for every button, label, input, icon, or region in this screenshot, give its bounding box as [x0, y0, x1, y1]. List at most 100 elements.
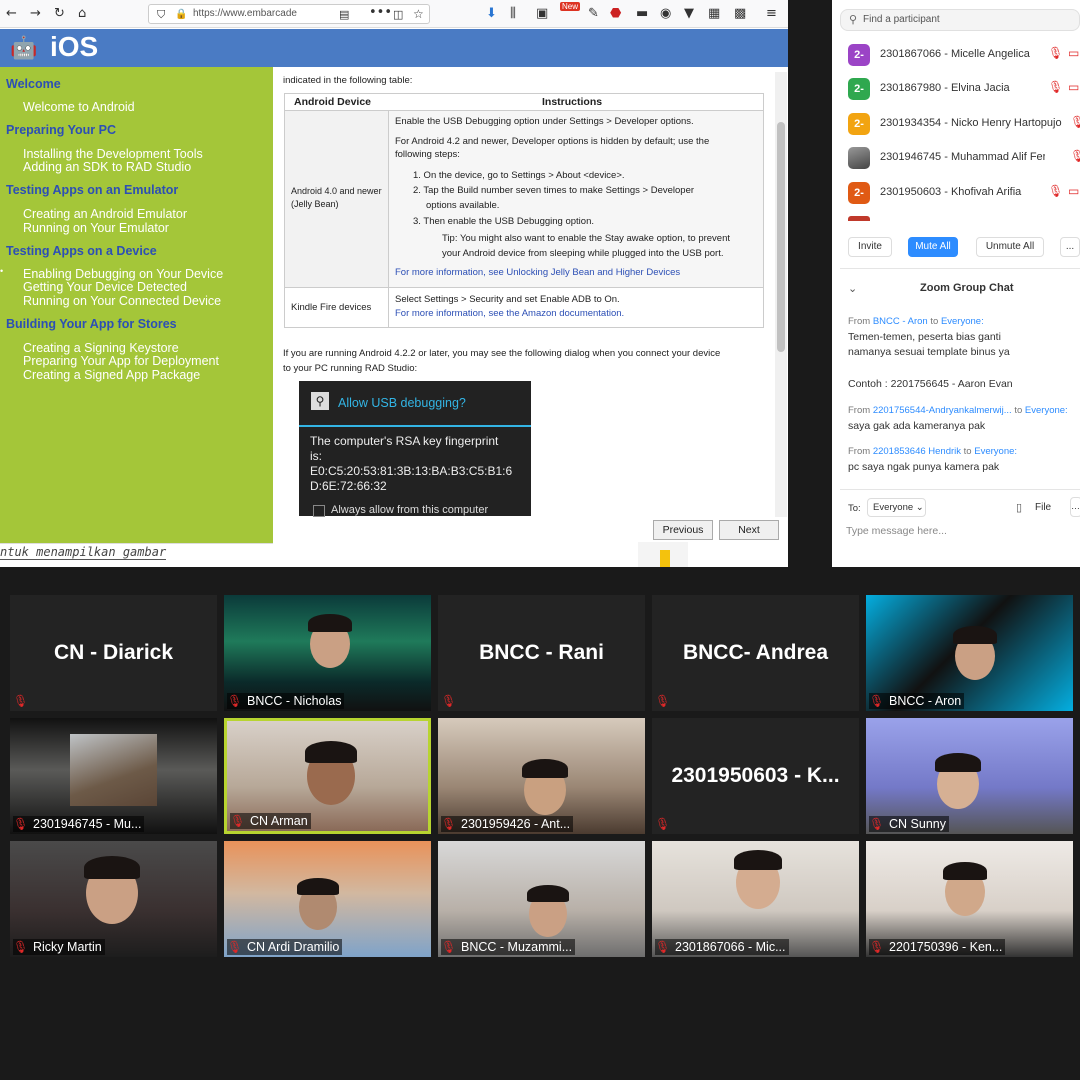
participant-row[interactable]: 2301946745 - Muhammad Alif Ferdi... 🎙 — [848, 147, 1080, 171]
video-tile[interactable]: CN Sunny 🎙 — [866, 718, 1073, 834]
back-icon[interactable]: ← — [6, 6, 17, 22]
amazon-doc-link[interactable]: For more information, see the Amazon doc… — [395, 307, 624, 320]
video-off-icon[interactable]: ▭ — [1068, 184, 1079, 198]
usb-icon: ⚲ — [311, 392, 329, 410]
reader-icon[interactable]: ▤ — [339, 7, 349, 23]
unmute-all-button[interactable]: Unmute All — [976, 237, 1044, 257]
sidebar-section-preparing[interactable]: Preparing Your PC — [6, 123, 116, 137]
sidebar-item[interactable]: Preparing Your App for Deployment — [23, 354, 219, 368]
participant-row[interactable]: 2- 2301934354 - Nicko Henry Hartopujo 🎙 — [848, 113, 1080, 137]
file-button[interactable]: File — [1035, 502, 1051, 513]
adblock-icon[interactable]: ⬣ — [610, 6, 621, 22]
recipient-value: Everyone — [873, 502, 914, 513]
dialog-body-line: The computer's RSA key fingerprint — [310, 434, 499, 448]
video-tile[interactable]: BNCC- Andrea 🎙 — [652, 595, 859, 711]
video-tile[interactable]: BNCC - Aron 🎙 — [866, 595, 1073, 711]
more-icon[interactable]: ••• — [369, 5, 392, 21]
account-icon[interactable]: ◉ — [660, 6, 671, 22]
sidebar-item[interactable]: Running on Your Emulator — [23, 221, 169, 235]
video-tile[interactable]: 2301959426 - Ant... 🎙 — [438, 718, 645, 834]
always-allow-checkbox[interactable] — [313, 505, 325, 517]
invite-button[interactable]: Invite — [848, 237, 892, 257]
chat-sender[interactable]: 2201756544-Andryankalmerwij... — [873, 405, 1012, 416]
sidebar-item[interactable]: Adding an SDK to RAD Studio — [23, 160, 191, 174]
mic-muted-icon: 🎙 — [441, 694, 457, 708]
doc-scrollbar[interactable] — [775, 72, 787, 517]
pocket-icon[interactable]: ◫ — [393, 7, 403, 23]
star-icon[interactable]: ☆ — [413, 6, 424, 22]
forward-icon[interactable]: → — [30, 6, 41, 22]
video-tile[interactable]: 2301950603 - K... 🎙 — [652, 718, 859, 834]
video-tile[interactable]: 2201750396 - Ken... 🎙 — [866, 841, 1073, 957]
video-off-icon[interactable]: ▭ — [1068, 46, 1079, 60]
previous-button[interactable]: Previous — [653, 520, 713, 540]
folder-icon[interactable]: ▬ — [636, 6, 648, 22]
eyedropper-icon[interactable]: ✎ — [588, 6, 599, 22]
vpn-icon[interactable]: ▼ — [684, 6, 694, 22]
mic-muted-icon[interactable]: 🎙 — [1048, 46, 1063, 60]
sidebar-item-active[interactable]: Enabling Debugging on Your Device — [23, 267, 223, 281]
chat-more-button[interactable]: … — [1070, 497, 1080, 517]
scroll-thumb[interactable] — [777, 122, 785, 352]
reload-icon[interactable]: ↻ — [54, 6, 65, 22]
chat-from-line: From 2201853646 Hendrik to Everyone: — [848, 446, 1017, 457]
home-icon[interactable]: ⌂ — [78, 6, 86, 22]
sidebar-item[interactable]: Getting Your Device Detected — [23, 280, 187, 294]
mic-muted-icon[interactable]: 🎙 — [1070, 115, 1080, 129]
more-button[interactable]: ... — [1060, 237, 1080, 257]
video-tile[interactable]: BNCC - Rani 🎙 — [438, 595, 645, 711]
video-tile[interactable]: 2301946745 - Mu... 🎙 — [10, 718, 217, 834]
address-bar[interactable]: ⛉ 🔒 https://www.embarcade ▤ ••• ◫ ☆ — [148, 4, 430, 24]
participant-row[interactable]: 2- 2301950603 - Khofivah Arifia 🎙 ▭ — [848, 182, 1080, 206]
mic-muted-icon: 🎙 — [13, 694, 29, 708]
participant-row[interactable]: 2- 2301867066 - Micelle Angelica 🎙 ▭ — [848, 44, 1080, 68]
chevron-down-icon[interactable]: ⌄ — [848, 282, 857, 295]
sidebar-item[interactable]: Creating an Android Emulator — [23, 207, 187, 221]
more-info-link[interactable]: For more information, see Unlocking Jell… — [395, 266, 680, 279]
participant-search[interactable]: ⚲ Find a participant — [840, 9, 1080, 31]
chat-sender[interactable]: 2201853646 Hendrik — [873, 446, 961, 457]
mute-all-button[interactable]: Mute All — [908, 237, 958, 257]
menu-icon[interactable]: ≡ — [766, 6, 777, 22]
video-tile[interactable]: CN - Diarick 🎙 — [10, 595, 217, 711]
recipient-select[interactable]: Everyone ⌄ — [867, 498, 926, 517]
participant-hair — [943, 862, 987, 880]
mic-muted-icon[interactable]: 🎙 — [1070, 149, 1080, 163]
extension-icon-2[interactable]: ▩ — [734, 6, 746, 22]
sidebar-section-device[interactable]: Testing Apps on a Device — [6, 244, 157, 258]
video-tile[interactable]: CN Ardi Dramilio 🎙 — [224, 841, 431, 957]
sidebar-section-stores[interactable]: Building Your App for Stores — [6, 317, 177, 331]
extension-icon[interactable]: ▦ — [708, 6, 720, 22]
sidebar-item[interactable]: Running on Your Connected Device — [23, 294, 221, 308]
video-tile[interactable]: 2301867066 - Mic... 🎙 — [652, 841, 859, 957]
library-icon[interactable]: ⫼ — [510, 6, 516, 22]
participant-row[interactable]: 2- 2301867980 - Elvina Jacia 🎙 ▭ — [848, 78, 1080, 102]
sidebar-icon[interactable]: ▣ — [536, 6, 548, 22]
file-icon[interactable]: ▯ — [1016, 501, 1022, 514]
next-button[interactable]: Next — [719, 520, 779, 540]
video-off-icon[interactable]: ▭ — [1068, 80, 1079, 94]
mic-muted-icon[interactable]: 🎙 — [1048, 184, 1063, 198]
search-input[interactable]: Find a participant — [863, 14, 940, 25]
chat-recipient[interactable]: Everyone: — [974, 446, 1017, 457]
sidebar-item[interactable]: Installing the Development Tools — [23, 147, 203, 161]
sidebar-section-welcome[interactable]: Welcome — [6, 77, 61, 91]
chat-recipient[interactable]: Everyone: — [941, 316, 984, 327]
chat-input[interactable]: Type message here... — [846, 525, 947, 537]
mic-muted-icon[interactable]: 🎙 — [1048, 80, 1063, 94]
video-tile[interactable]: BNCC - Muzammi... 🎙 — [438, 841, 645, 957]
mic-muted-icon: 🎙 — [230, 814, 246, 828]
sidebar-item[interactable]: Creating a Signed App Package — [23, 368, 200, 382]
chat-sender[interactable]: BNCC - Aron — [873, 316, 928, 327]
sidebar-section-emulator[interactable]: Testing Apps on an Emulator — [6, 183, 178, 197]
mic-muted-icon: 🎙 — [869, 940, 885, 954]
video-tile[interactable]: CN Arman 🎙 — [224, 718, 431, 834]
banner-title: iOS — [50, 31, 99, 62]
chat-recipient[interactable]: Everyone: — [1025, 405, 1068, 416]
sidebar-item[interactable]: Creating a Signing Keystore — [23, 341, 179, 355]
download-icon[interactable]: ⬇ — [486, 6, 497, 22]
video-tile[interactable]: Ricky Martin 🎙 — [10, 841, 217, 957]
sidebar-item[interactable]: Welcome to Android — [23, 100, 135, 114]
video-tile[interactable]: BNCC - Nicholas 🎙 — [224, 595, 431, 711]
tile-name-label: 2301946745 - Mu... — [13, 816, 145, 832]
